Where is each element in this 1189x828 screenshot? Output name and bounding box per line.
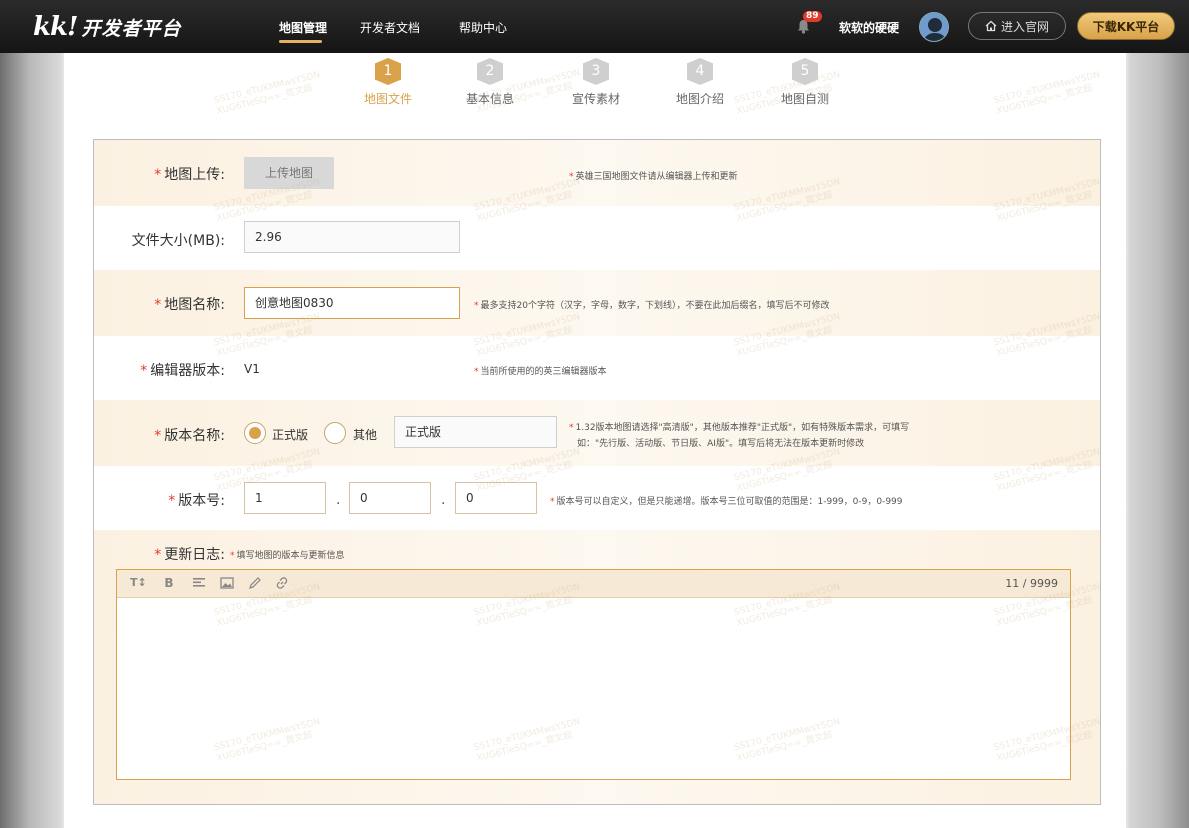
radio-official[interactable] xyxy=(244,422,266,444)
mapname-hint: * 最多支持20个字符（汉字，字母，数字，下划线），不要在此加后缀名，填写后不可修… xyxy=(474,301,830,311)
version-name-hint: * 1.32版本地图请选择"高清版"，其他版本推荐"正式版"，如有特殊版本需求，可… xyxy=(569,423,910,433)
version-patch-input[interactable]: 0 xyxy=(455,482,537,514)
form-row-version-name: * 版本名称: 正式版 其他 正式版 * 1.32版本地图请选择"高清版"，其他版本… xyxy=(94,400,1100,466)
form-row-version-number: * 版本号: 1 . 0 . 0 * 版本号可以自定义，但是只能递增。版本号三位可取… xyxy=(94,466,1100,530)
avatar[interactable] xyxy=(919,12,949,42)
step-progress: 1 地图文件 2 基本信息 3 宣传素材 4 地图介绍 5 地图自测 xyxy=(64,53,1126,113)
version-separator: . xyxy=(441,492,446,508)
radio-other[interactable] xyxy=(324,422,346,444)
step-map-intro[interactable]: 4 地图介绍 xyxy=(665,58,735,107)
filesize-label: 文件大小(MB): xyxy=(131,233,225,249)
radio-official-label[interactable]: 正式版 xyxy=(272,426,308,443)
step-label: 地图文件 xyxy=(363,92,412,106)
radio-other-label[interactable]: 其他 xyxy=(353,426,377,443)
nav-active-indicator xyxy=(279,40,322,43)
step-number: 3 xyxy=(583,58,609,85)
mapname-input[interactable]: 创意地图0830 xyxy=(244,287,460,319)
changelog-label: * 更新日志: xyxy=(154,547,225,563)
step-number: 2 xyxy=(477,58,503,85)
step-label: 地图介绍 xyxy=(675,92,724,106)
align-icon[interactable] xyxy=(192,576,206,590)
map-file-form: * 地图上传: 上传地图 * 英雄三国地图文件请从编辑器上传和更新 文件大小(MB)… xyxy=(93,139,1101,805)
upload-label: * 地图上传: xyxy=(154,167,225,183)
user-silhouette-icon xyxy=(920,13,948,41)
step-label: 宣传素材 xyxy=(571,92,620,106)
text-size-icon[interactable]: T↕ xyxy=(130,576,147,590)
form-row-upload: * 地图上传: 上传地图 * 英雄三国地图文件请从编辑器上传和更新 xyxy=(94,140,1100,206)
image-icon[interactable] xyxy=(220,576,234,590)
version-name-hint-line2: 如："先行版、活动版、节日版、AI版"。填写后将无法在版本更新时修改 xyxy=(577,439,865,449)
editor-version-label: * 编辑器版本: xyxy=(140,363,225,379)
bold-icon[interactable]: B xyxy=(162,576,176,590)
editor-version-hint: * 当前所使用的的英三编辑器版本 xyxy=(474,367,607,377)
version-number-hint: * 版本号可以自定义，但是只能递增。版本号三位可取值的范围是：1-999，0-9，… xyxy=(550,497,903,507)
nav-map-management[interactable]: 地图管理 xyxy=(279,19,327,36)
step-map-file[interactable]: 1 地图文件 xyxy=(353,58,423,107)
editor-toolbar: T↕ B 11 / 9999 xyxy=(117,570,1070,598)
step-number: 4 xyxy=(687,58,713,85)
version-name-input[interactable]: 正式版 xyxy=(394,416,557,448)
version-minor-input[interactable]: 0 xyxy=(349,482,431,514)
filesize-field: 2.96 xyxy=(244,221,460,253)
form-row-mapname: * 地图名称: 创意地图0830 * 最多支持20个字符（汉字，字母，数字，下划线）… xyxy=(94,270,1100,336)
version-major-input[interactable]: 1 xyxy=(244,482,326,514)
step-number: 1 xyxy=(375,58,401,85)
enter-official-site-button[interactable]: 进入官网 xyxy=(968,12,1066,40)
upload-hint: * 英雄三国地图文件请从编辑器上传和更新 xyxy=(569,172,738,182)
nav-help-center[interactable]: 帮助中心 xyxy=(459,19,507,36)
home-icon xyxy=(985,20,997,32)
username[interactable]: 软软的硬硬 xyxy=(839,19,899,36)
changelog-hint: * 填写地图的版本与更新信息 xyxy=(230,551,345,561)
upload-map-button[interactable]: 上传地图 xyxy=(244,157,334,189)
step-label: 地图自测 xyxy=(780,92,829,106)
logo-mark: kk! xyxy=(33,12,78,42)
pen-icon[interactable] xyxy=(248,576,262,590)
logo-text: 开发者平台 xyxy=(81,18,182,40)
step-self-test[interactable]: 5 地图自测 xyxy=(770,58,840,107)
step-number: 5 xyxy=(792,58,818,85)
notification-badge: 89 xyxy=(803,11,822,22)
enter-official-site-label: 进入官网 xyxy=(1000,19,1049,34)
version-separator: . xyxy=(336,492,341,508)
download-kk-button[interactable]: 下载KK平台 xyxy=(1077,12,1175,40)
nav-developer-docs[interactable]: 开发者文档 xyxy=(360,19,420,36)
step-label: 基本信息 xyxy=(465,92,514,106)
step-promo-assets[interactable]: 3 宣传素材 xyxy=(561,58,631,107)
version-name-label: * 版本名称: xyxy=(154,428,225,444)
form-row-filesize: 文件大小(MB): 2.96 xyxy=(94,206,1100,270)
character-counter: 11 / 9999 xyxy=(1005,577,1058,590)
step-basic-info[interactable]: 2 基本信息 xyxy=(455,58,525,107)
logo[interactable]: kk! 开发者平台 xyxy=(33,12,182,42)
link-icon[interactable] xyxy=(275,576,289,590)
version-number-label: * 版本号: xyxy=(168,493,225,509)
content-panel: SS170_eTUKMMwsY5DN XUG6TleSQ==_霓文超 SS170_… xyxy=(64,53,1126,828)
form-row-editor-version: * 编辑器版本: V1 * 当前所使用的的英三编辑器版本 xyxy=(94,336,1100,400)
mapname-label: * 地图名称: xyxy=(154,297,225,313)
top-bar: kk! 开发者平台 地图管理 开发者文档 帮助中心 89 软软的硬硬 进入官网 … xyxy=(0,0,1189,53)
editor-version-value: V1 xyxy=(244,362,260,376)
changelog-editor[interactable]: T↕ B 11 / 9999 xyxy=(116,569,1071,780)
